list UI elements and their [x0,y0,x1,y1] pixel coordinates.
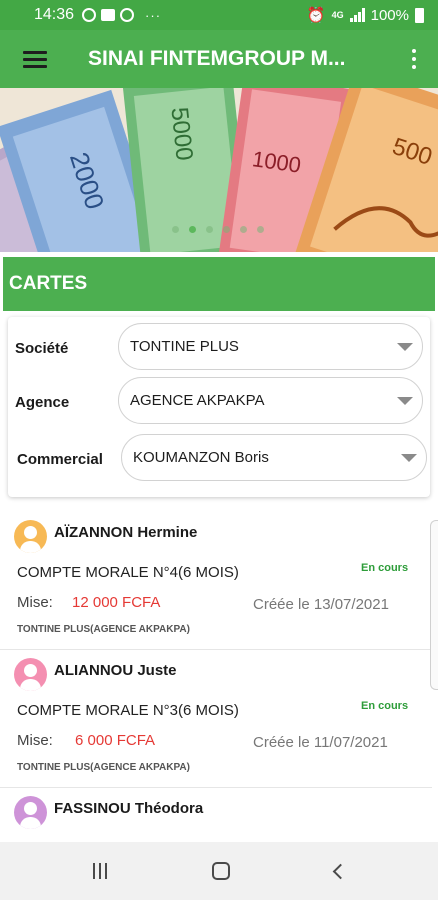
carousel-dot-active[interactable] [189,226,196,233]
societe-dropdown[interactable]: TONTINE PLUS [118,323,423,370]
back-icon[interactable] [332,863,348,879]
commercial-label: Commercial [17,450,103,468]
system-icons: ⏰ 4G 100% [307,6,424,24]
signal-icon [349,8,365,22]
account-name: COMPTE MORALE N°4(6 MOIS) [17,564,239,581]
app-bar: SINAI FINTEMGROUP M... [0,30,438,88]
message-icon [101,9,116,21]
battery-percent: 100% [370,6,409,24]
agence-dropdown[interactable]: AGENCE AKPAKPA [118,377,423,424]
carousel-dot[interactable] [257,226,264,233]
carousel-dot[interactable] [223,226,230,233]
carousel-dot[interactable] [172,226,179,233]
status-badge: En cours [361,562,409,574]
carousel-dot[interactable] [240,226,247,233]
societe-value: TONTINE PLUS [130,338,239,355]
mise-value: 12 000 FCFA [72,594,161,611]
filter-row-commercial: Commercial KOUMANZON Boris [8,434,430,484]
system-navigation-bar [0,842,438,900]
card-holder-name: ALIANNOU Juste [54,662,177,679]
whatsapp-icon [120,8,135,22]
carousel-dot[interactable] [206,226,213,233]
account-name: COMPTE MORALE N°3(6 MOIS) [17,702,239,719]
commercial-value: KOUMANZON Boris [133,449,269,466]
filter-row-societe: Société TONTINE PLUS [8,323,430,373]
agence-value: AGENCE AKPAKPA [130,392,265,409]
mise-value: 6 000 FCFA [75,732,156,749]
card-holder-name: AÏZANNON Hermine [54,524,198,541]
battery-icon [415,7,424,23]
section-header-cartes: CARTES [3,257,435,311]
network-type: 4G [331,10,344,20]
card-item[interactable]: FASSINOU Théodora [0,788,432,842]
scrollbar-thumb[interactable] [430,520,438,690]
filter-card: Société TONTINE PLUS Agence AGENCE AKPAK… [8,317,430,497]
card-holder-name: FASSINOU Théodora [54,800,204,817]
notification-icons: ··· [82,8,161,23]
user-avatar-icon [14,796,47,829]
status-bar: 14:36 ··· ⏰ 4G 100% [0,0,438,30]
status-time: 14:36 [34,6,75,23]
more-options-icon[interactable] [390,30,438,88]
alarm-icon: ⏰ [306,7,326,24]
recent-apps-icon[interactable] [92,863,107,879]
user-avatar-icon [14,520,47,553]
filter-row-agence: Agence AGENCE AKPAKPA [8,377,430,427]
agency-name: TONTINE PLUS(AGENCE AKPAKPA) [17,762,190,773]
card-item[interactable]: AÏZANNON Hermine COMPTE MORALE N°4(6 MOI… [0,512,432,650]
dropdown-arrow-icon [397,396,413,405]
societe-label: Société [15,339,69,357]
dropdown-arrow-icon [401,453,417,462]
commercial-dropdown[interactable]: KOUMANZON Boris [121,434,427,481]
user-avatar-icon [14,658,47,691]
carousel-indicator [172,226,264,233]
more-notifications-icon: ··· [145,7,162,23]
mise-label: Mise: [17,594,53,611]
created-date: Créée le 11/07/2021 [253,734,388,751]
app-title: SINAI FINTEMGROUP M... [88,47,346,70]
mise-label: Mise: [17,732,53,749]
dropdown-arrow-icon [397,342,413,351]
agency-name: TONTINE PLUS(AGENCE AKPAKPA) [17,624,190,635]
cards-list[interactable]: AÏZANNON Hermine COMPTE MORALE N°4(6 MOI… [0,512,438,842]
agence-label: Agence [15,393,70,411]
created-date: Créée le 13/07/2021 [253,596,389,613]
banknote-5000-label: 5000 [165,106,197,162]
banner-carousel[interactable]: 2000 5000 1000 500 [0,88,438,252]
status-badge: En cours [361,700,409,712]
notification-app-icon [82,8,97,22]
hamburger-menu-icon[interactable] [0,30,70,88]
home-icon[interactable] [211,862,230,880]
card-item[interactable]: ALIANNOU Juste COMPTE MORALE N°3(6 MOIS)… [0,650,432,788]
